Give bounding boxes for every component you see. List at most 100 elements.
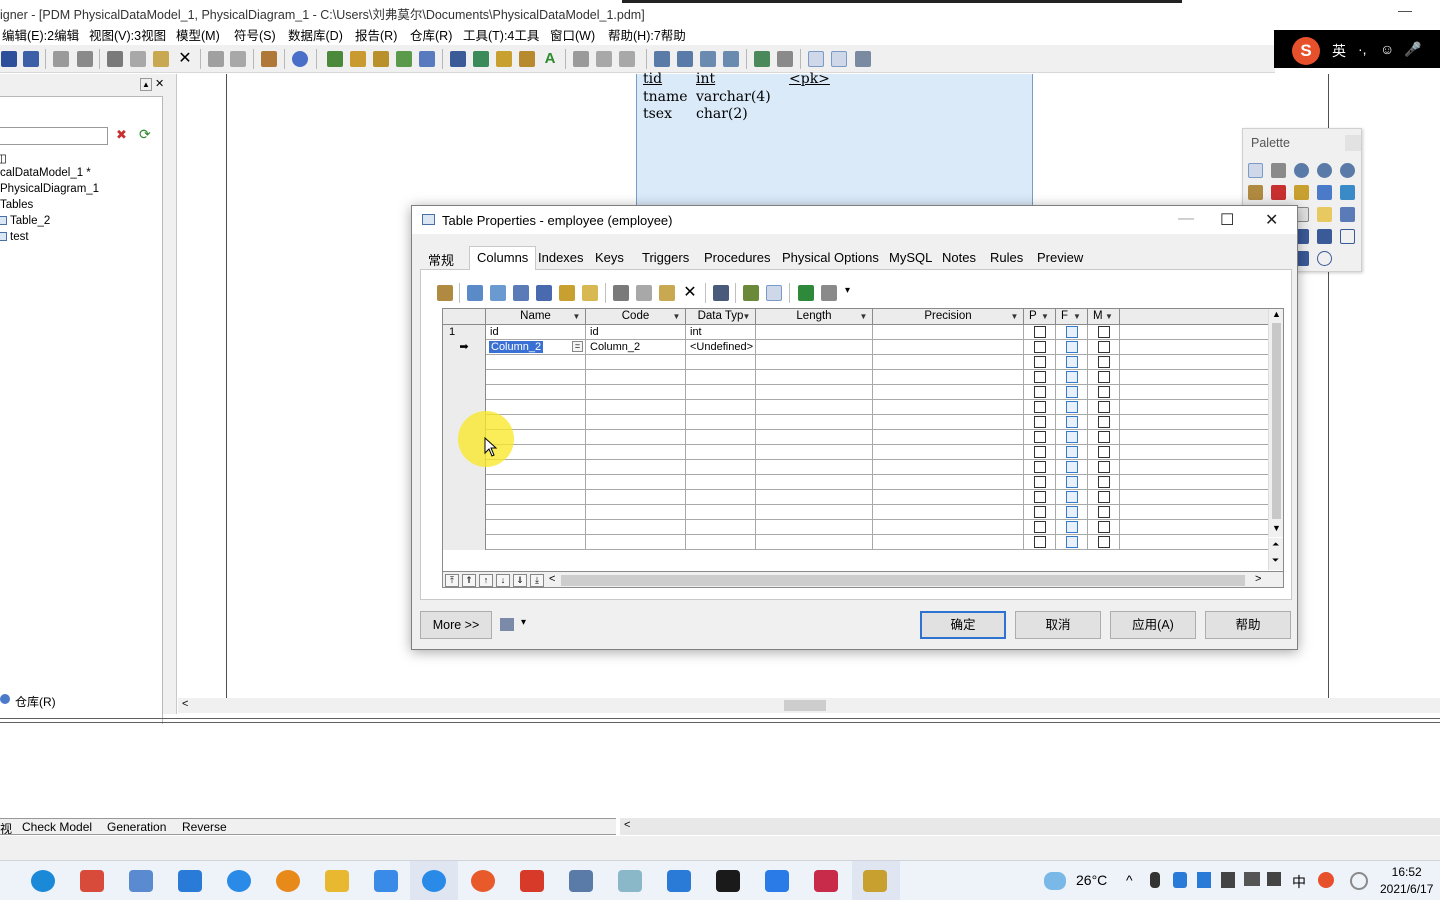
grid-cell[interactable] bbox=[586, 505, 686, 520]
row-checkbox[interactable] bbox=[1066, 401, 1078, 413]
replicate-columns-icon[interactable] bbox=[536, 285, 552, 301]
row-checkbox[interactable] bbox=[1098, 461, 1110, 473]
grid-cell[interactable] bbox=[486, 505, 586, 520]
app-icon[interactable] bbox=[227, 870, 251, 892]
row-checkbox[interactable] bbox=[1098, 506, 1110, 518]
grid-cell[interactable] bbox=[686, 445, 756, 460]
row-checkbox[interactable] bbox=[1098, 476, 1110, 488]
row-checkbox[interactable] bbox=[1034, 356, 1046, 368]
ime-language[interactable]: 英 bbox=[1332, 41, 1346, 61]
row-checkbox[interactable] bbox=[1098, 491, 1110, 503]
tray-expand-icon[interactable]: ^ bbox=[1126, 872, 1133, 888]
row-checkbox[interactable] bbox=[1034, 476, 1046, 488]
tab-preview[interactable]: Preview bbox=[1037, 250, 1083, 265]
weather-icon[interactable] bbox=[1044, 872, 1066, 890]
grid-cell[interactable] bbox=[686, 505, 756, 520]
cut-icon[interactable] bbox=[107, 51, 123, 67]
cell-code[interactable]: id bbox=[586, 325, 686, 340]
zoom-in-icon[interactable] bbox=[1294, 163, 1309, 178]
row-number[interactable] bbox=[443, 520, 486, 535]
move-page-up-icon[interactable]: ⇑ bbox=[462, 574, 476, 587]
model-check-icon[interactable] bbox=[292, 51, 308, 67]
arrow-right-icon[interactable] bbox=[619, 51, 635, 67]
table-row[interactable] bbox=[443, 400, 1269, 415]
properties-icon[interactable] bbox=[1248, 185, 1263, 200]
grid-cell[interactable] bbox=[586, 535, 686, 550]
output-tab-reverse[interactable]: Reverse bbox=[182, 820, 227, 834]
cell-name[interactable]: Column_2 = bbox=[486, 340, 586, 355]
notification-icon[interactable] bbox=[1350, 872, 1368, 890]
row-checkbox[interactable] bbox=[1066, 431, 1078, 443]
grid-cell[interactable] bbox=[586, 385, 686, 400]
menu-help[interactable]: 帮助(H):7帮助 bbox=[608, 25, 686, 44]
grid-cell[interactable] bbox=[756, 430, 873, 445]
header-mandatory[interactable]: M ▼ bbox=[1088, 309, 1120, 325]
ok-button[interactable]: 确定 bbox=[920, 611, 1006, 639]
tree-item-test[interactable]: test bbox=[0, 231, 29, 243]
note-icon[interactable] bbox=[1317, 207, 1332, 222]
scroll-left-icon[interactable]: < bbox=[182, 698, 188, 710]
apply-button[interactable]: 应用(A) bbox=[1110, 611, 1196, 639]
tray-app-icon[interactable] bbox=[1197, 872, 1211, 888]
grid-cell[interactable] bbox=[586, 400, 686, 415]
row-checkbox[interactable] bbox=[1098, 401, 1110, 413]
row-checkbox[interactable] bbox=[1034, 416, 1046, 428]
zoom-out-icon[interactable] bbox=[1317, 163, 1332, 178]
row-number[interactable] bbox=[443, 355, 486, 370]
microphone-icon[interactable] bbox=[1150, 872, 1160, 888]
tab-indexes[interactable]: Indexes bbox=[538, 250, 584, 265]
zoom-100-icon[interactable] bbox=[723, 51, 739, 67]
security-shield-icon[interactable] bbox=[1173, 872, 1187, 888]
grid-cell[interactable] bbox=[756, 475, 873, 490]
grid-cell[interactable] bbox=[756, 445, 873, 460]
grid-cell[interactable] bbox=[756, 400, 873, 415]
add-columns-icon[interactable] bbox=[513, 285, 529, 301]
tab-keys[interactable]: Keys bbox=[595, 250, 624, 265]
grid-cell[interactable] bbox=[873, 355, 1024, 370]
menu-database[interactable]: 数据库(D) bbox=[288, 25, 343, 44]
primary-checkbox[interactable] bbox=[1034, 326, 1046, 338]
grid-cell[interactable] bbox=[873, 490, 1024, 505]
row-checkbox[interactable] bbox=[1066, 536, 1078, 548]
menu-edit[interactable]: 编辑(E):2编辑 bbox=[2, 25, 79, 44]
grid-cell[interactable] bbox=[686, 490, 756, 505]
grid-cell[interactable] bbox=[486, 490, 586, 505]
table-row[interactable] bbox=[443, 370, 1269, 385]
scroll-left-icon[interactable]: < bbox=[624, 819, 630, 831]
battery-icon[interactable] bbox=[1244, 872, 1260, 886]
grid-cell[interactable] bbox=[686, 355, 756, 370]
tab-columns[interactable]: Columns bbox=[469, 246, 537, 271]
open-folder-icon[interactable] bbox=[350, 51, 366, 67]
row-checkbox[interactable] bbox=[1066, 386, 1078, 398]
row-checkbox[interactable] bbox=[1034, 536, 1046, 548]
grid-cell[interactable] bbox=[586, 460, 686, 475]
scroll-thumb[interactable] bbox=[1272, 323, 1281, 519]
row-checkbox[interactable] bbox=[1034, 506, 1046, 518]
dialog-maximize-button[interactable]: ☐ bbox=[1220, 210, 1234, 230]
grid-cell[interactable] bbox=[486, 475, 586, 490]
app-icon[interactable] bbox=[129, 870, 153, 892]
row-number[interactable] bbox=[443, 370, 486, 385]
grid-cell[interactable] bbox=[873, 445, 1024, 460]
grid-cell[interactable] bbox=[586, 475, 686, 490]
row-checkbox[interactable] bbox=[1098, 356, 1110, 368]
row-number[interactable]: 1 bbox=[443, 325, 486, 340]
filter-clear-icon[interactable]: ✖ bbox=[116, 128, 130, 142]
ime-punctuation[interactable]: ·, bbox=[1358, 41, 1367, 57]
cell-data-type[interactable]: <Undefined> bbox=[686, 340, 756, 355]
row-checkbox[interactable] bbox=[1034, 521, 1046, 533]
chevron-down-icon[interactable]: ▼ bbox=[571, 311, 582, 322]
row-checkbox[interactable] bbox=[1098, 371, 1110, 383]
header-code[interactable]: Code ▼ bbox=[586, 309, 686, 325]
name-edit-text[interactable]: Column_2 bbox=[489, 341, 544, 353]
scroll-down-icon[interactable]: ▼ bbox=[1272, 523, 1281, 533]
import-icon[interactable] bbox=[754, 51, 770, 67]
header-foreign[interactable]: F ▼ bbox=[1056, 309, 1088, 325]
app-icon[interactable] bbox=[374, 870, 398, 892]
ime-mic-icon[interactable]: 🎤 bbox=[1404, 41, 1421, 58]
package-icon[interactable] bbox=[1294, 185, 1309, 200]
table-row[interactable] bbox=[443, 520, 1269, 535]
app-icon[interactable] bbox=[422, 870, 446, 892]
dialog-minimize-button[interactable]: — bbox=[1178, 210, 1194, 228]
tree-item-model[interactable]: calDataModel_1 * bbox=[0, 167, 91, 179]
